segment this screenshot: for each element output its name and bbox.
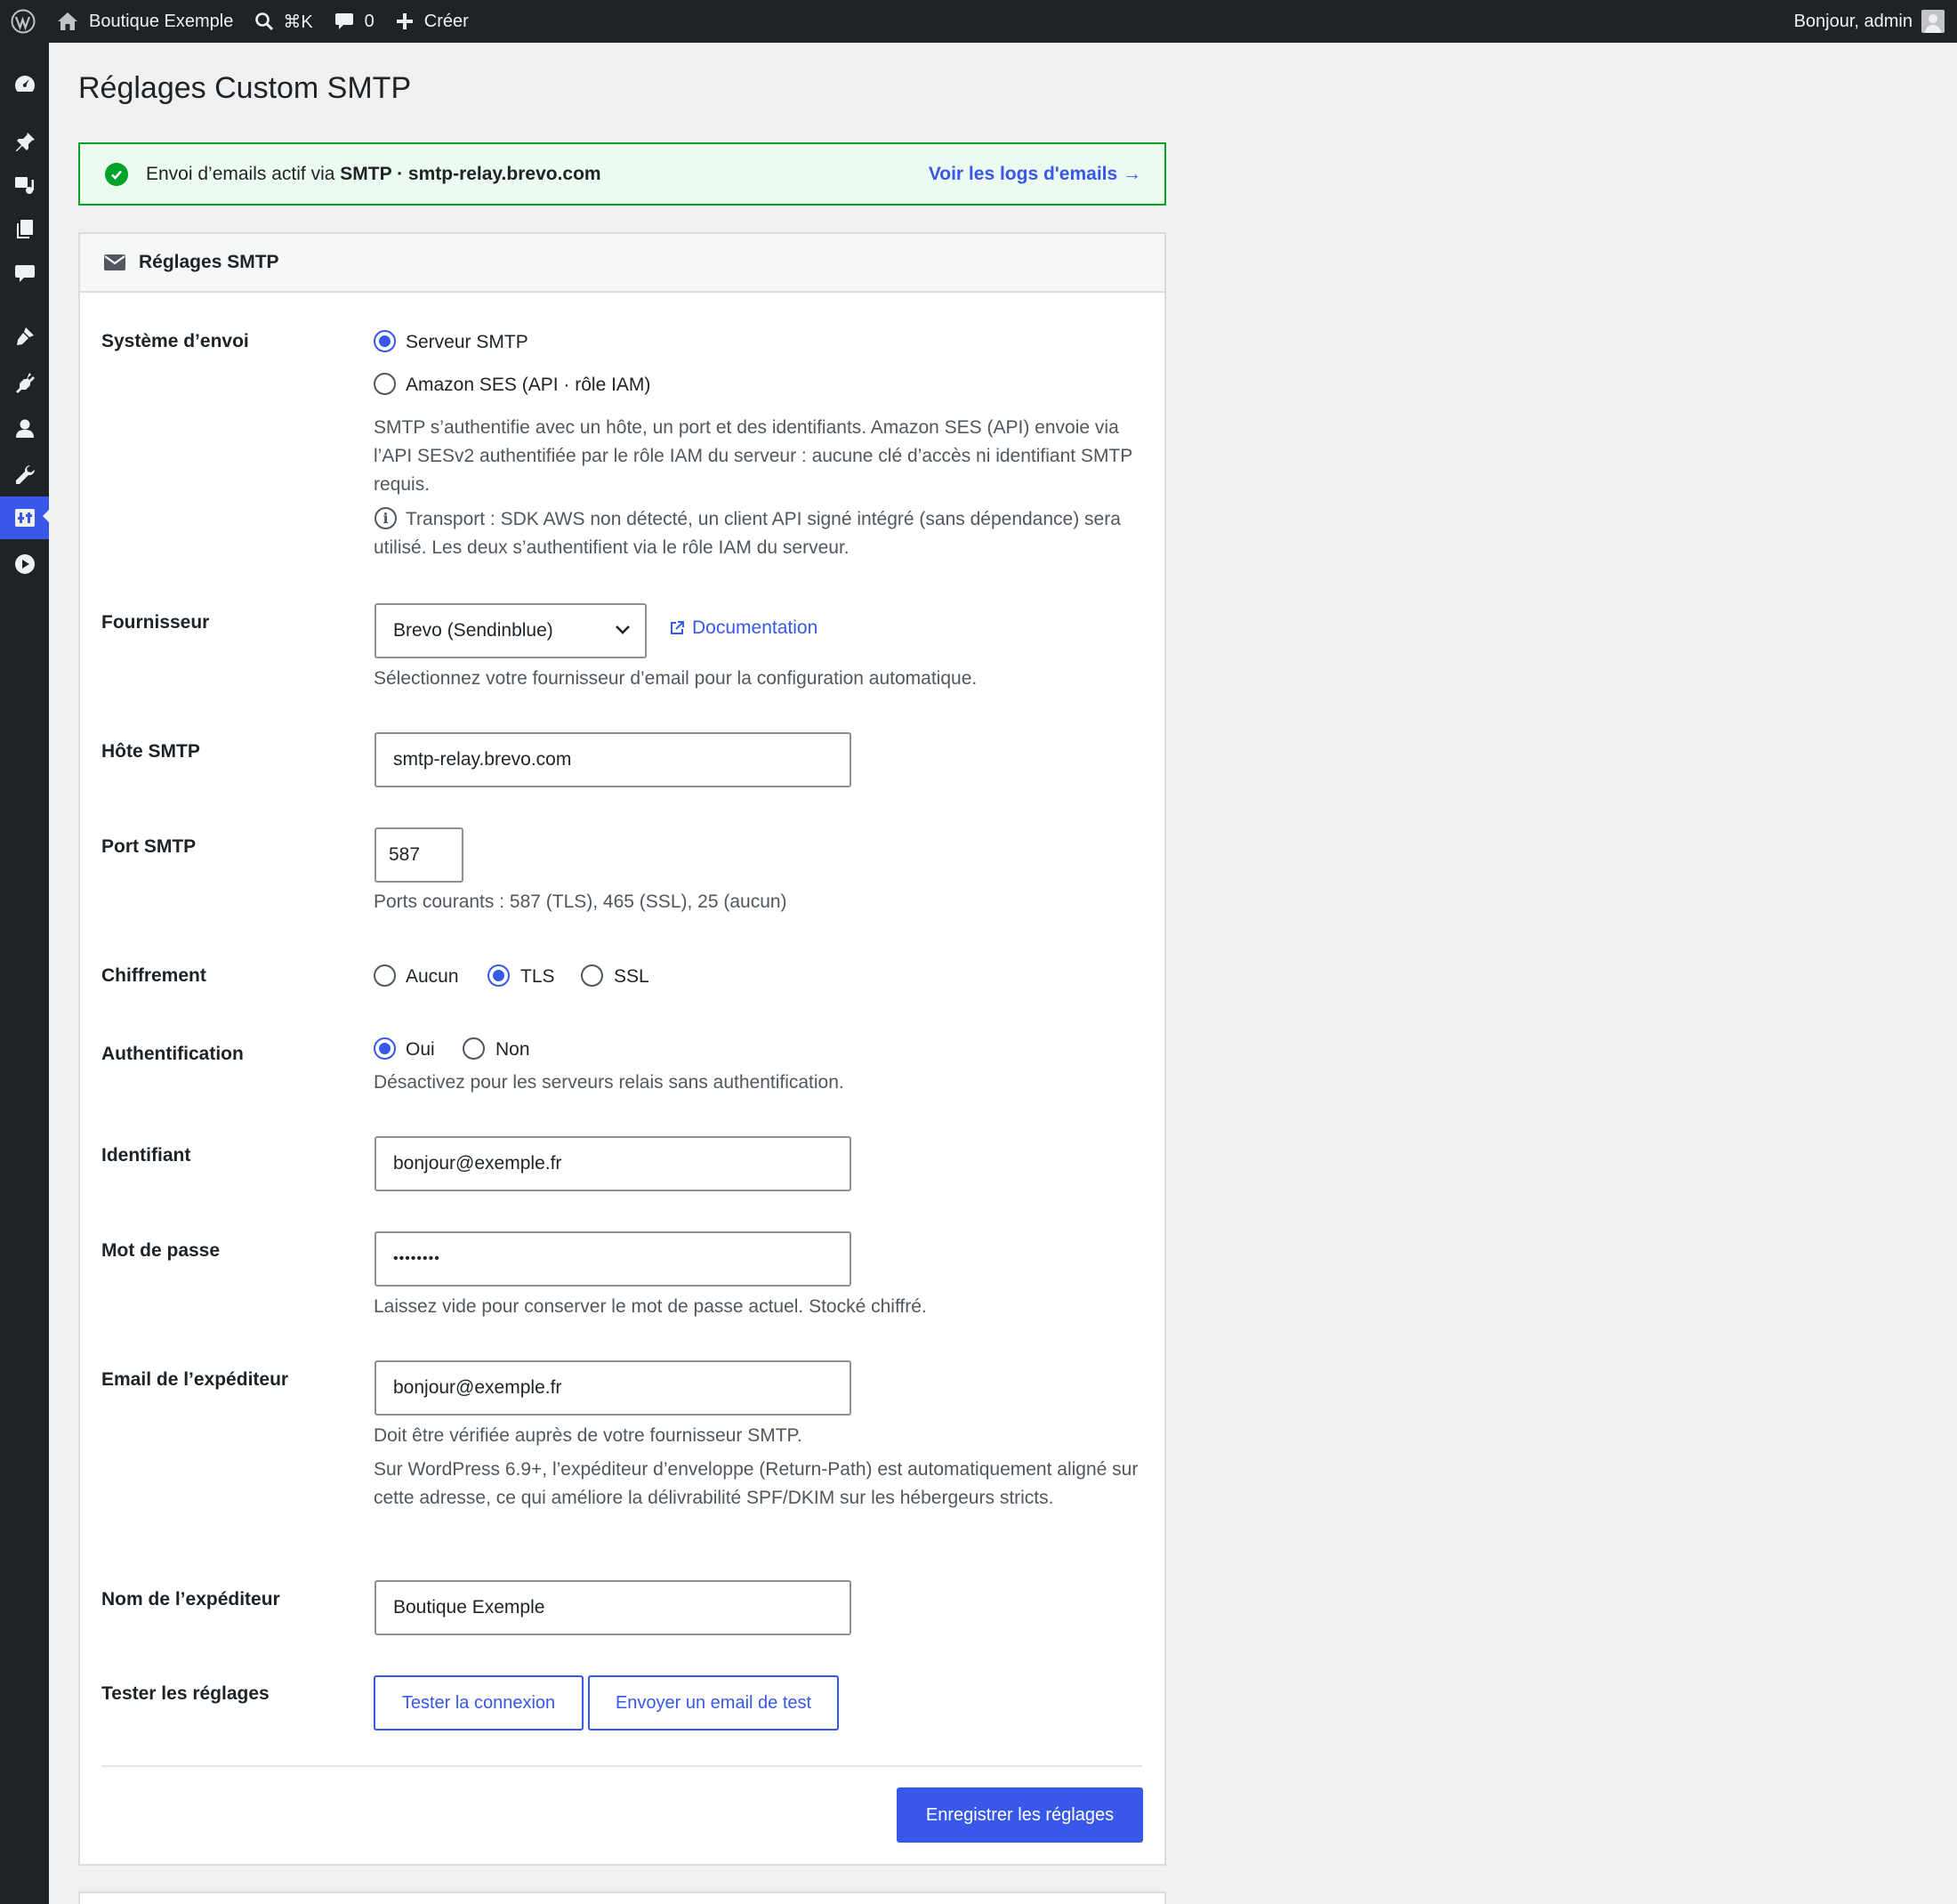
pin-icon[interactable] xyxy=(0,121,49,164)
port-description: Ports courants : 587 (TLS), 465 (SSL), 2… xyxy=(374,891,787,912)
from-email-label: Email de l’expéditeur xyxy=(101,1369,289,1390)
encryption-ssl-label[interactable]: SSL xyxy=(614,966,649,988)
create-new-link[interactable]: Créer xyxy=(385,0,479,43)
admin-bar: Boutique Exemple ⌘K 0 Créer Bonjour, adm… xyxy=(0,0,1957,43)
admin-sidebar xyxy=(0,43,50,1904)
password-description: Laissez vide pour conserver le mot de pa… xyxy=(374,1296,927,1317)
encryption-tls-radio[interactable] xyxy=(487,964,510,987)
wordpress-logo-icon[interactable] xyxy=(0,0,46,43)
password-label: Mot de passe xyxy=(101,1240,221,1261)
auth-yes-label[interactable]: Oui xyxy=(406,1039,435,1061)
pages-icon[interactable] xyxy=(0,208,49,251)
smtp-port-input[interactable]: 587 xyxy=(374,827,463,883)
email-logs-link[interactable]: Voir les logs d'emails → xyxy=(929,164,1141,185)
provider-select[interactable]: Brevo (Sendinblue) xyxy=(374,603,647,658)
notice-text: Envoi d’emails actif via SMTP · smtp-rel… xyxy=(146,163,601,184)
avatar xyxy=(1921,10,1945,33)
search-shortcut: ⌘K xyxy=(283,12,313,32)
search-icon xyxy=(255,12,274,31)
mailer-smtp-label[interactable]: Serveur SMTP xyxy=(406,332,528,353)
command-palette-button[interactable]: ⌘K xyxy=(244,0,323,43)
play-icon[interactable] xyxy=(0,543,49,585)
mailer-description: SMTP s’authentifie avec un hôte, un port… xyxy=(374,417,1132,495)
check-circle-icon xyxy=(105,162,128,186)
envelope-icon xyxy=(104,254,125,270)
mailer-label: Système d’envoi xyxy=(101,331,249,351)
from-email-description: Doit être vérifiée auprès de votre fourn… xyxy=(374,1425,802,1446)
comments-count: 0 xyxy=(364,11,374,31)
media-icon[interactable] xyxy=(0,164,49,206)
encryption-tls-label[interactable]: TLS xyxy=(520,966,555,988)
plus-icon xyxy=(396,13,413,29)
encryption-ssl-radio[interactable] xyxy=(581,964,603,987)
test-label: Tester les réglages xyxy=(101,1683,270,1704)
status-notice: Envoi d’emails actif via SMTP · smtp-rel… xyxy=(78,142,1166,206)
return-path-note: Sur WordPress 6.9+, l’expéditeur d’envel… xyxy=(374,1459,1139,1508)
chevron-down-icon xyxy=(616,625,630,634)
username-label: Identifiant xyxy=(101,1145,191,1166)
mailer-ses-label[interactable]: Amazon SES (API · rôle IAM) xyxy=(406,375,650,396)
page-title: Réglages Custom SMTP xyxy=(78,71,412,105)
panel-title: Réglages SMTP xyxy=(139,252,279,272)
dashboard-icon[interactable] xyxy=(0,62,49,105)
comments-icon[interactable] xyxy=(0,253,49,295)
greeting: Bonjour, admin xyxy=(1793,11,1913,31)
home-icon xyxy=(58,12,77,30)
encryption-label: Chiffrement xyxy=(101,965,206,986)
mailer-smtp-radio[interactable] xyxy=(374,330,396,352)
settings-icon[interactable] xyxy=(0,496,50,539)
transport-note: Transport : SDK AWS non détecté, un clie… xyxy=(374,509,1121,558)
account-menu[interactable]: Bonjour, admin xyxy=(1784,0,1957,43)
site-name-link[interactable]: Boutique Exemple xyxy=(46,0,244,43)
tools-icon[interactable] xyxy=(0,454,49,496)
create-label: Créer xyxy=(423,11,469,31)
auth-yes-radio[interactable] xyxy=(374,1037,396,1060)
panel-header: Réglages SMTP xyxy=(80,234,1164,293)
documentation-link[interactable]: Documentation xyxy=(669,617,817,639)
users-icon[interactable] xyxy=(0,407,49,450)
auth-label: Authentification xyxy=(101,1044,244,1064)
auth-no-label[interactable]: Non xyxy=(495,1039,530,1061)
plugins-icon[interactable] xyxy=(0,361,49,404)
appearance-icon[interactable] xyxy=(0,315,49,358)
from-email-input[interactable]: bonjour@exemple.fr xyxy=(374,1360,851,1416)
next-panel xyxy=(78,1892,1166,1904)
send-test-email-button[interactable]: Envoyer un email de test xyxy=(588,1675,839,1731)
from-name-input[interactable]: Boutique Exemple xyxy=(374,1580,851,1635)
site-name: Boutique Exemple xyxy=(89,11,234,31)
encryption-none-radio[interactable] xyxy=(374,964,396,987)
test-connection-button[interactable]: Tester la connexion xyxy=(374,1675,584,1731)
smtp-host-input[interactable]: smtp-relay.brevo.com xyxy=(374,732,851,787)
provider-label: Fournisseur xyxy=(101,612,210,633)
divider xyxy=(101,1765,1142,1767)
auth-no-radio[interactable] xyxy=(463,1037,485,1060)
external-link-icon xyxy=(671,621,684,634)
provider-value: Brevo (Sendinblue) xyxy=(393,620,553,641)
provider-description: Sélectionnez votre fournisseur d’email p… xyxy=(374,668,978,689)
save-settings-button[interactable]: Enregistrer les réglages xyxy=(897,1787,1143,1843)
auth-description: Désactivez pour les serveurs relais sans… xyxy=(374,1072,844,1093)
from-name-label: Nom de l’expéditeur xyxy=(101,1589,280,1610)
mailer-ses-radio[interactable] xyxy=(374,373,396,395)
encryption-none-label[interactable]: Aucun xyxy=(406,966,459,988)
host-label: Hôte SMTP xyxy=(101,741,200,762)
comments-link[interactable]: 0 xyxy=(324,0,385,43)
password-input[interactable]: •••••••• xyxy=(374,1231,851,1287)
comment-icon xyxy=(334,13,353,29)
port-label: Port SMTP xyxy=(101,836,197,857)
username-input[interactable]: bonjour@exemple.fr xyxy=(374,1136,851,1191)
